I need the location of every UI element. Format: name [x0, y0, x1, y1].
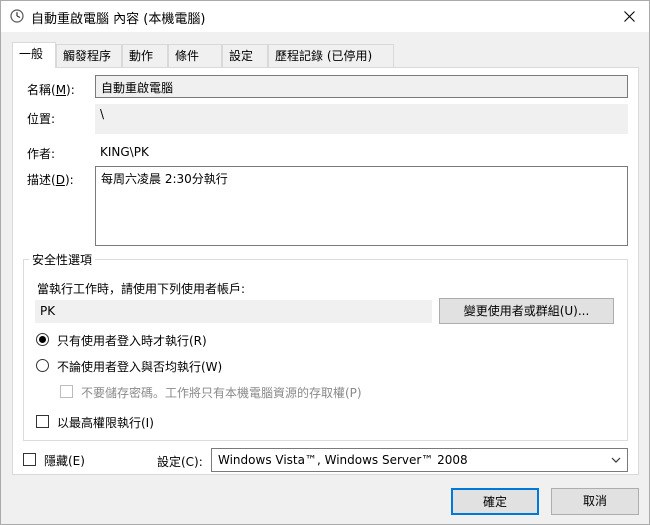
tab-triggers[interactable]: 觸發程序	[56, 44, 122, 67]
highest-privileges-checkbox[interactable]	[36, 415, 49, 428]
radio-run-any-label[interactable]: 不論使用者登入與否均執行(W)	[57, 358, 222, 375]
run-as-label: 當執行工作時，請使用下列使用者帳戶:	[37, 282, 246, 296]
author-label: 作者:	[27, 147, 56, 161]
no-store-password-label[interactable]: 不要儲存密碼。工作將只有本機電腦資源的存取權(P)	[81, 384, 362, 401]
highest-privileges-label[interactable]: 以最高權限執行(I)	[57, 414, 154, 431]
properties-dialog: 自動重啟電腦 內容 (本機電腦) 一般 觸發程序 動作 條件 設定 歷程記錄 (…	[0, 0, 650, 525]
description-textarea[interactable]: 每周六凌晨 2:30分執行	[95, 166, 628, 246]
tab-conditions[interactable]: 條件	[168, 44, 222, 67]
radio-selected-dot	[39, 336, 46, 343]
configure-for-label: 設定(C):	[157, 455, 203, 469]
configure-for-value: Windows Vista™, Windows Server™ 2008	[218, 453, 468, 467]
ok-button[interactable]: 確定	[451, 488, 539, 515]
close-button[interactable]	[609, 1, 649, 32]
change-user-button[interactable]: 變更使用者或群組(U)...	[439, 298, 614, 324]
hidden-checkbox[interactable]	[23, 453, 36, 466]
no-store-password-checkbox[interactable]	[60, 385, 73, 398]
tab-general[interactable]: 一般	[12, 42, 56, 68]
description-label: 描述(D):	[27, 173, 74, 187]
name-field[interactable]: 自動重啟電腦	[95, 75, 628, 98]
clock-icon	[10, 9, 24, 23]
hidden-label[interactable]: 隱藏(E)	[44, 452, 85, 469]
window-title: 自動重啟電腦 內容 (本機電腦)	[31, 12, 206, 27]
cancel-button[interactable]: 取消	[551, 488, 639, 515]
author-value: KING\PK	[100, 145, 149, 159]
configure-for-select[interactable]: Windows Vista™, Windows Server™ 2008	[211, 448, 628, 472]
radio-logged-on-only[interactable]	[36, 333, 49, 346]
tab-settings[interactable]: 設定	[222, 44, 268, 67]
security-options-legend: 安全性選項	[29, 251, 96, 268]
close-icon	[623, 11, 635, 22]
tab-actions[interactable]: 動作	[122, 44, 168, 67]
tab-history[interactable]: 歷程記錄 (已停用)	[268, 44, 394, 67]
user-account-field: PK	[35, 300, 432, 323]
title-bar: 自動重啟電腦 內容 (本機電腦)	[1, 1, 649, 32]
radio-run-any[interactable]	[36, 359, 49, 372]
name-label: 名稱(M):	[27, 83, 75, 97]
radio-logged-on-label[interactable]: 只有使用者登入時才執行(R)	[57, 332, 207, 349]
location-field: \	[95, 104, 628, 134]
chevron-down-icon	[611, 457, 621, 463]
location-label: 位置:	[27, 112, 56, 126]
